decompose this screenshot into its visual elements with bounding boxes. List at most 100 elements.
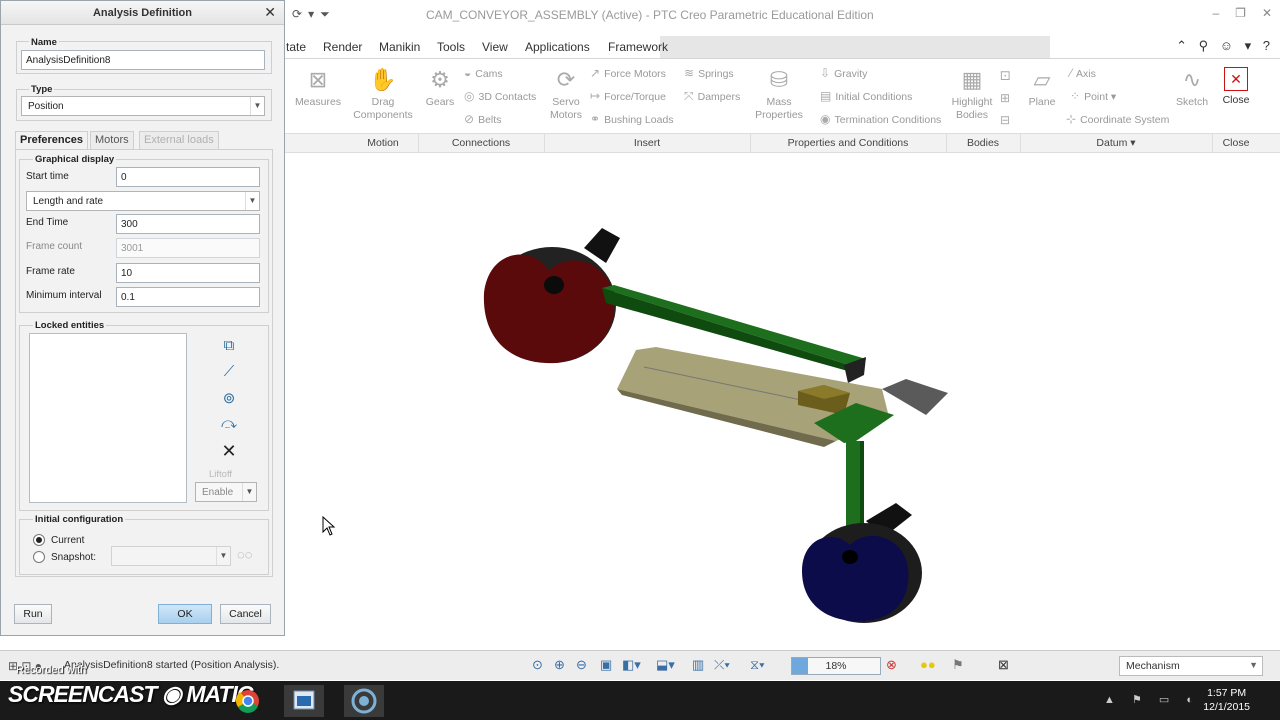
mode-select[interactable]: Mechanism ▼ [1119,656,1263,676]
cancel-button[interactable]: Cancel [220,604,271,624]
display-mode-select[interactable]: Length and rate ▼ [26,191,260,211]
display-style-icon[interactable]: ⬓▾ [656,657,675,673]
saved-views-icon[interactable]: ◧▾ [622,657,641,673]
creo-app[interactable] [284,685,324,717]
repaint-icon[interactable]: ▣ [600,657,612,673]
window-controls[interactable]: – ❐ ✕ [1196,6,1272,20]
coordinate-system-button[interactable]: ⊹ Coordinate System [1066,112,1169,126]
system-tray[interactable]: ▲ ⚑ ▭ ◐ [1104,693,1200,706]
chrome-app[interactable] [228,685,268,717]
cam-conveyor-model[interactable] [284,153,1280,645]
tab-preferences[interactable]: Preferences [15,131,88,150]
gears-button[interactable]: ⚙ Gears [422,67,458,109]
tab-tools[interactable]: Tools [437,40,465,54]
lock-rotation-icon[interactable]: ⤼ [219,415,239,435]
force-motors-button[interactable]: ↗ Force Motors [590,66,666,80]
servo-motors-button[interactable]: ⟳ Servo Motors [546,67,586,122]
maximize-icon[interactable]: ❐ [1235,6,1246,20]
plane-button[interactable]: ▱ Plane [1026,67,1058,109]
close-ribbon-button[interactable]: ✕ Close [1216,67,1256,107]
top-crank[interactable] [483,228,620,364]
tab-view[interactable]: View [482,40,508,54]
regenerate-icon[interactable]: ⟳ [292,7,302,21]
gravity-button[interactable]: ⇩ Gravity [820,66,867,80]
glasses-icon: ◌◌ [237,547,253,562]
end-time-input[interactable]: 300 [116,214,260,234]
group-properties[interactable]: Properties and Conditions [750,137,946,149]
run-button[interactable]: Run [14,604,52,624]
tab-annotate[interactable]: tate [286,40,306,54]
zoom-level-box[interactable]: 18% [791,657,881,675]
output-plate[interactable] [882,379,948,415]
lock-connection-icon[interactable]: ⟋ [219,363,239,383]
type-select[interactable]: Position ▼ [21,96,265,116]
axis-button[interactable]: ⁄ Axis [1070,66,1096,80]
group-bodies[interactable]: Bodies [946,137,1020,149]
cams-button[interactable]: ◒ Cams [464,66,503,80]
window-title: CAM_CONVEYOR_ASSEMBLY (Active) - PTC Cre… [426,8,874,22]
tab-framework[interactable]: Framework [608,40,668,54]
dropdown-icon[interactable]: ▾ [308,7,314,21]
graphics-viewport[interactable] [284,153,1280,645]
zoom-in-icon[interactable]: ⊕ [554,657,565,673]
highlight-bodies-button[interactable]: ▦ Highlight Bodies [948,67,996,122]
start-time-input[interactable]: 0 [116,167,260,187]
group-connections[interactable]: Connections [418,137,544,149]
close-icon[interactable]: ✕ [264,4,276,21]
quick-access-toolbar[interactable]: ⟳ ▾ ⏷ [292,7,336,22]
customize-qat-icon[interactable]: ⏷ [320,7,330,21]
measures-button[interactable]: ⊠ Measures [290,67,346,109]
current-radio[interactable] [33,534,45,546]
ok-button[interactable]: OK [158,604,212,624]
point-button[interactable]: ⁘ Point ▾ [1070,89,1116,103]
bushing-loads-button[interactable]: ⚭ Bushing Loads [590,112,674,126]
force-torque-button[interactable]: ↦ Force/Torque [590,89,666,103]
minimize-icon[interactable]: – [1212,6,1219,20]
locked-entities-list[interactable] [29,333,187,503]
frame-rate-label: Frame rate [26,266,75,277]
tab-applications[interactable]: Applications [525,40,590,54]
ribbon-tabbar: tate Render Manikin Tools View Applicati… [284,36,1280,58]
drag-components-button[interactable]: ✋ Drag Components [350,67,416,122]
find-icon[interactable]: ⊠ [998,657,1009,673]
dampers-button[interactable]: ⤧ Dampers [684,89,740,104]
delete-x-icon[interactable]: ✕ [219,441,239,461]
section-icon[interactable]: ▥ [692,657,704,673]
name-input[interactable]: AnalysisDefinition8 [21,50,265,70]
group-datum[interactable]: Datum ▾ [1020,137,1212,149]
mass-properties-button[interactable]: ⛁ Mass Properties [754,67,804,122]
clock[interactable]: 1:57 PM 12/1/2015 [1203,686,1250,714]
tab-external-loads: External loads [139,131,219,149]
lock-point-icon[interactable]: ⊚ [219,389,239,409]
body-tools-icon[interactable]: ⚀ ⊞ ⊟ [1000,65,1010,131]
lock-bodies-icon[interactable]: ⧉ [219,337,239,357]
ribbon-help-icons[interactable]: ⌃ ⚲ ☺ ▾ ? [1176,38,1274,54]
force-motor-icon: ↗ [590,66,601,80]
flag-icon[interactable]: ⚑ [952,657,964,673]
group-motion[interactable]: Motion [350,137,416,149]
ptc-app[interactable] [344,685,384,717]
tab-render[interactable]: Render [323,40,362,54]
sketch-button[interactable]: ∿ Sketch [1174,67,1210,109]
dialog-header: Analysis Definition ✕ [1,1,284,25]
annotation-display-icon[interactable]: ⧖▾ [750,657,765,673]
zoom-out-icon[interactable]: ⊖ [576,657,587,673]
close-window-icon[interactable]: ✕ [1262,6,1272,20]
tab-motors[interactable]: Motors [90,131,134,149]
stop-icon[interactable]: ⊗ [886,657,897,673]
tab-manikin[interactable]: Manikin [379,40,420,54]
datum-display-icon[interactable]: ⤫▾ [714,657,730,673]
snapshot-radio[interactable] [33,551,45,563]
group-close[interactable]: Close [1212,137,1260,149]
frame-rate-input[interactable]: 10 [116,263,260,283]
minimum-interval-input[interactable]: 0.1 [116,287,260,307]
point-icon: ⁘ [1070,89,1081,103]
group-insert[interactable]: Insert [544,137,750,149]
termination-conditions-button[interactable]: ◉ Termination Conditions [820,112,941,126]
zoom-fit-icon[interactable]: ⊙ [532,657,543,673]
belts-button[interactable]: ⊘ Belts [464,112,501,126]
3d-contacts-button[interactable]: ◎ 3D Contacts [464,89,536,103]
springs-button[interactable]: ≋ Springs [684,66,734,80]
initial-conditions-button[interactable]: ▤ Initial Conditions [820,89,912,103]
frame-count-label: Frame count [26,241,83,252]
